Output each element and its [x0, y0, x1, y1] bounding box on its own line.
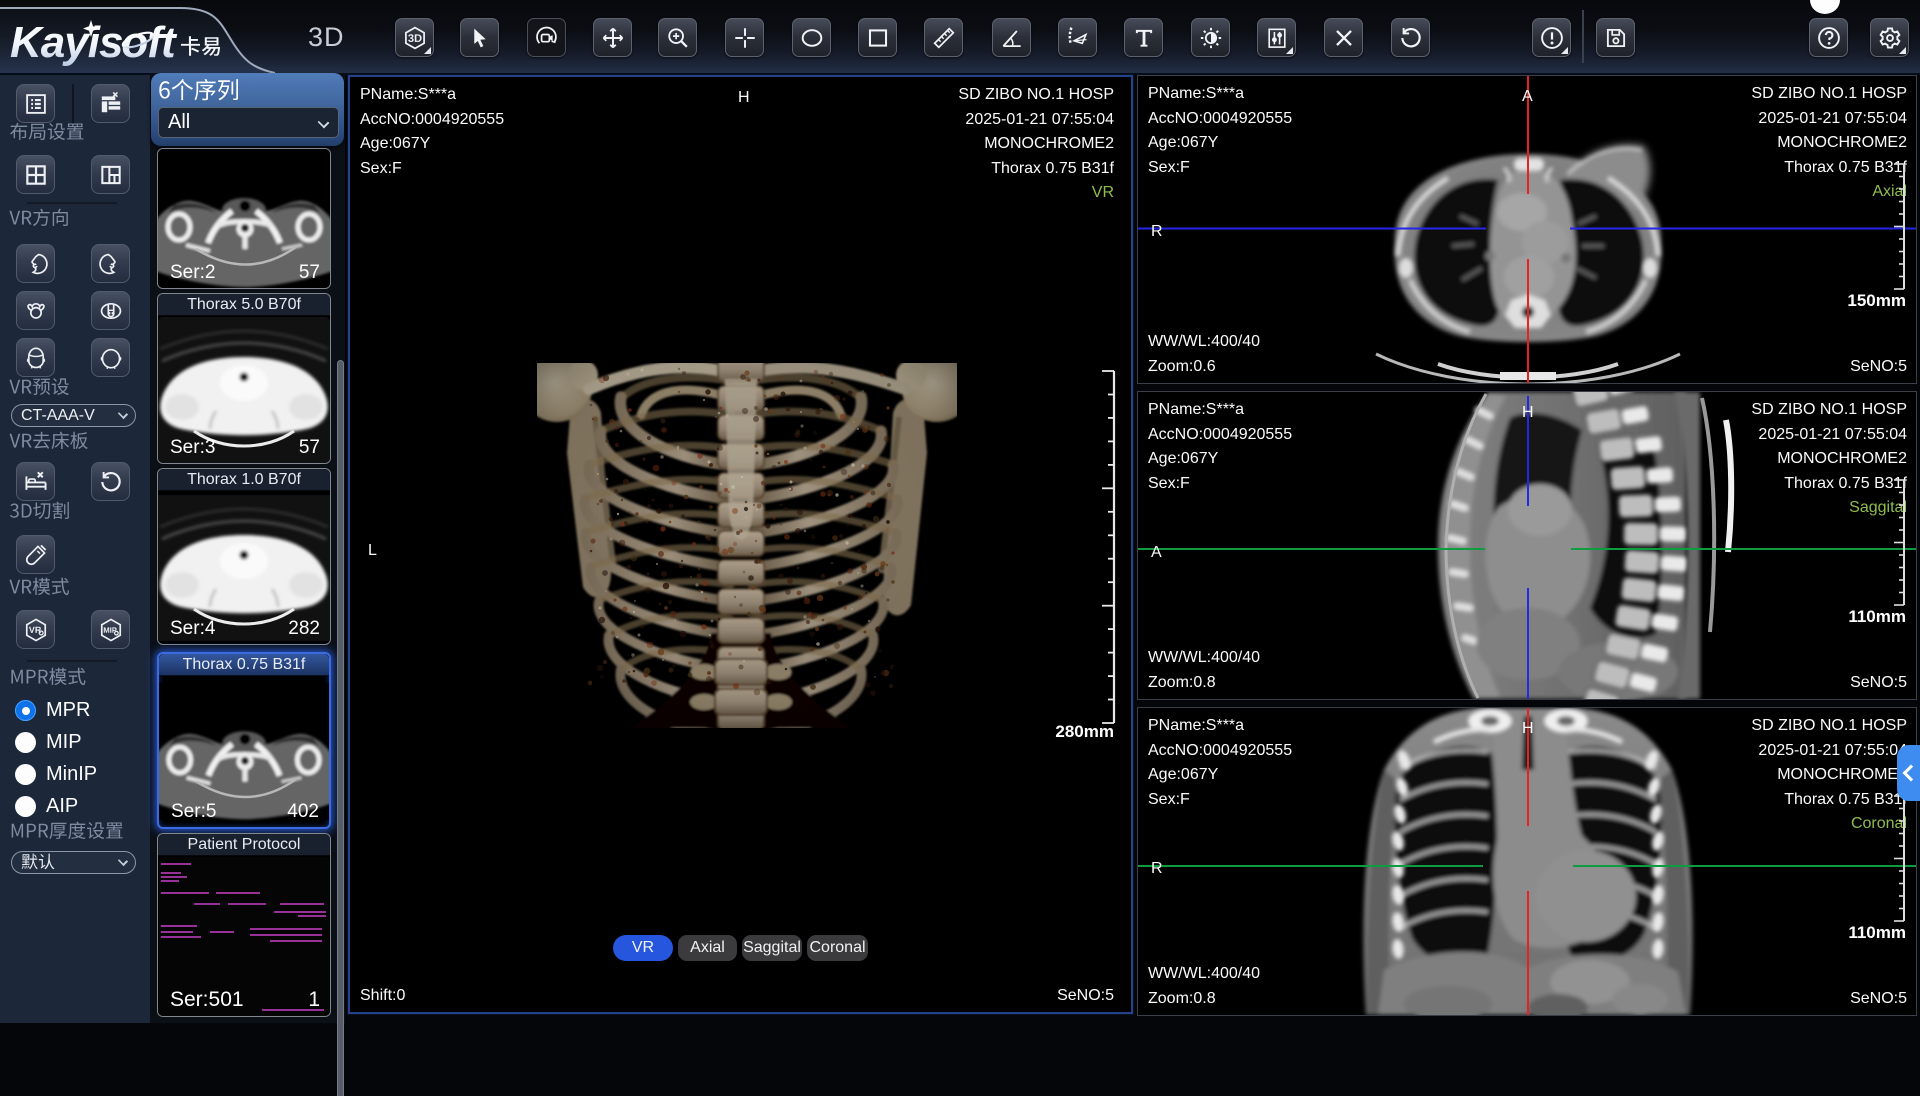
svg-text:Kayisoft: Kayisoft: [10, 18, 178, 67]
